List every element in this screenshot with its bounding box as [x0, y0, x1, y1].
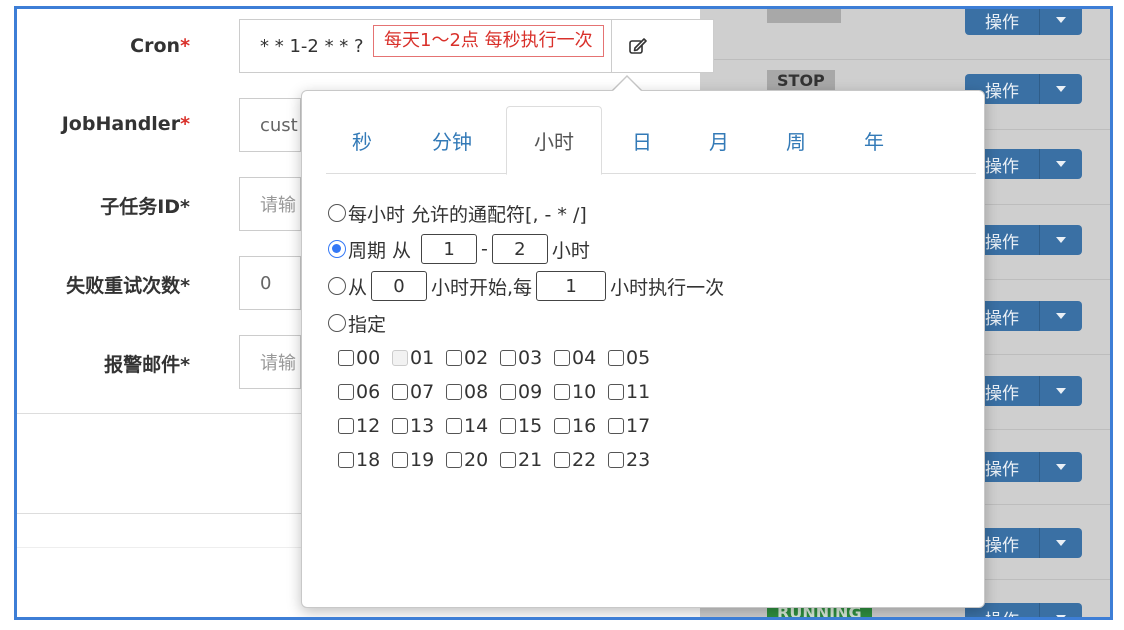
hour-checkbox-21[interactable]: 21: [500, 449, 554, 471]
status-badge: [767, 9, 841, 23]
screen-frame: STOP RUNNING 操作 操作 操作 操作 操作 操作 操作 操作 操作 …: [14, 6, 1113, 620]
tab-day[interactable]: 日: [606, 106, 678, 174]
from-mid-label: 小时开始,每: [431, 276, 533, 299]
hour-checkbox-18[interactable]: 18: [338, 449, 392, 471]
option-specify-label: 指定: [348, 313, 387, 336]
tab-week[interactable]: 周: [760, 106, 832, 174]
cron-editor-popover: 秒 分钟 小时 日 月 周 年 每小时 允许的通配符[, - * /] 周期 从…: [301, 90, 985, 608]
hour-checkbox-02[interactable]: 02: [446, 347, 500, 369]
action-button[interactable]: 操作: [965, 9, 1040, 35]
alarm-email-label: 报警邮件*: [104, 354, 190, 376]
hour-checkbox-16[interactable]: 16: [554, 415, 608, 437]
caret-down-icon[interactable]: [1040, 301, 1082, 331]
hour-checkbox-09[interactable]: 09: [500, 381, 554, 403]
cron-description: 每天1～2点 每秒执行一次: [373, 25, 604, 57]
hour-checkbox-19[interactable]: 19: [392, 449, 446, 471]
cron-tabs: 秒 分钟 小时 日 月 周 年: [326, 106, 976, 175]
popover-arrow-fill: [612, 77, 642, 92]
caret-down-icon[interactable]: [1040, 74, 1082, 104]
radio-period[interactable]: [328, 240, 346, 258]
hour-checkbox-12[interactable]: 12: [338, 415, 392, 437]
tab-month[interactable]: 月: [683, 106, 755, 174]
period-unit: 小时: [551, 239, 590, 262]
hour-checkbox-23[interactable]: 23: [608, 449, 662, 471]
option-from-label: 从: [348, 276, 368, 299]
caret-down-icon[interactable]: [1040, 9, 1082, 35]
from-suffix-label: 小时执行一次: [610, 276, 725, 299]
hour-checkbox-03[interactable]: 03: [500, 347, 554, 369]
radio-every-hour[interactable]: [328, 204, 346, 222]
caret-down-icon[interactable]: [1040, 225, 1082, 255]
period-separator: -: [481, 238, 488, 260]
cron-label: Cron*: [130, 35, 190, 57]
jobhandler-label: JobHandler*: [61, 113, 190, 135]
caret-down-icon[interactable]: [1040, 528, 1082, 558]
hour-checkbox-10[interactable]: 10: [554, 381, 608, 403]
hour-checkbox-01[interactable]: 01: [392, 347, 446, 369]
action-dropdown[interactable]: 操作: [965, 9, 1082, 35]
hour-checkbox-22[interactable]: 22: [554, 449, 608, 471]
table-row-divider: [700, 59, 1110, 60]
caret-down-icon[interactable]: [1040, 149, 1082, 179]
subtask-id-label: 子任务ID*: [100, 196, 190, 218]
tab-minute[interactable]: 分钟: [416, 106, 488, 174]
period-from-input[interactable]: 1: [421, 234, 478, 264]
option-every-hour-label: 每小时 允许的通配符[, - * /]: [348, 203, 587, 226]
status-badge-stop: STOP: [767, 70, 835, 92]
edit-icon[interactable]: [611, 19, 663, 73]
start-hour-input[interactable]: 0: [371, 271, 428, 301]
subtask-id-input[interactable]: 请输: [239, 177, 301, 231]
caret-down-icon[interactable]: [1040, 376, 1082, 406]
option-specify[interactable]: 指定: [328, 306, 386, 340]
hour-checkbox-13[interactable]: 13: [392, 415, 446, 437]
hour-checkbox-17[interactable]: 17: [608, 415, 662, 437]
hour-checkbox-06[interactable]: 06: [338, 381, 392, 403]
option-from-every[interactable]: 从 0 小时开始,每 1 小时执行一次: [328, 269, 724, 303]
caret-down-icon[interactable]: [1040, 603, 1082, 617]
hour-checkbox-grid: 00 01 02 03 04 05 06 07 08 09 10 11 12 1…: [338, 341, 662, 477]
hour-checkbox-07[interactable]: 07: [392, 381, 446, 403]
radio-from-every[interactable]: [328, 277, 346, 295]
alarm-email-input[interactable]: 请输: [239, 335, 301, 389]
hour-checkbox-00[interactable]: 00: [338, 347, 392, 369]
period-to-input[interactable]: 2: [491, 234, 548, 264]
tab-hour[interactable]: 小时: [506, 106, 602, 175]
hour-checkbox-11[interactable]: 11: [608, 381, 662, 403]
hour-checkbox-14[interactable]: 14: [446, 415, 500, 437]
hour-checkbox-08[interactable]: 08: [446, 381, 500, 403]
retry-count-input[interactable]: 0: [239, 256, 301, 310]
option-period-label: 周期 从: [348, 239, 412, 262]
option-every-hour[interactable]: 每小时 允许的通配符[, - * /]: [328, 196, 587, 230]
caret-down-icon[interactable]: [1040, 452, 1082, 482]
hour-checkbox-20[interactable]: 20: [446, 449, 500, 471]
retry-count-label: 失败重试次数*: [66, 275, 190, 297]
hour-checkbox-05[interactable]: 05: [608, 347, 662, 369]
option-period[interactable]: 周期 从 1 - 2 小时: [328, 232, 590, 266]
hour-checkbox-15[interactable]: 15: [500, 415, 554, 437]
radio-specify[interactable]: [328, 314, 346, 332]
interval-hour-input[interactable]: 1: [536, 271, 607, 301]
tab-second[interactable]: 秒: [326, 106, 398, 174]
hour-checkbox-04[interactable]: 04: [554, 347, 608, 369]
jobhandler-input[interactable]: cust: [239, 98, 301, 152]
tab-year[interactable]: 年: [838, 106, 910, 174]
